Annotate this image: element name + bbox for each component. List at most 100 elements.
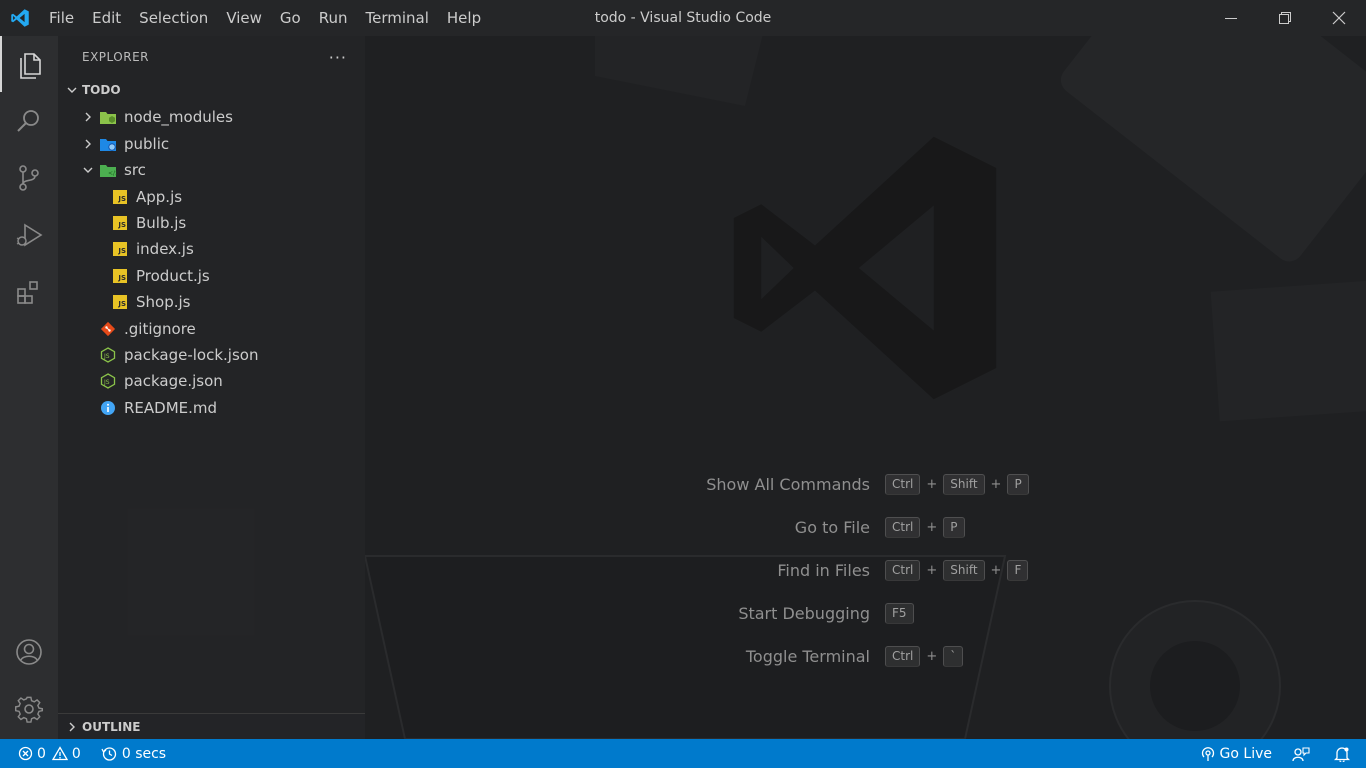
javascript-icon: JS xyxy=(110,213,130,233)
warning-icon xyxy=(51,746,68,761)
tree-item-label: package-lock.json xyxy=(124,346,259,364)
shortcut-keys: Ctrl + P xyxy=(885,516,965,538)
menu-file[interactable]: File xyxy=(40,0,83,36)
menu-bar: File Edit Selection View Go Run Terminal… xyxy=(40,0,490,36)
menu-edit[interactable]: Edit xyxy=(83,0,130,36)
tree-item-label: src xyxy=(124,161,146,179)
key: Ctrl xyxy=(885,559,921,581)
shortcut-row: Start Debugging F5 xyxy=(365,601,1366,625)
close-button[interactable] xyxy=(1312,0,1366,36)
go-live-button[interactable]: Go Live xyxy=(1194,739,1286,768)
feedback-button[interactable] xyxy=(1286,739,1328,768)
shortcut-label: Find in Files xyxy=(777,560,870,580)
timer-text: 0 secs xyxy=(121,745,167,762)
restore-button[interactable] xyxy=(1258,0,1312,36)
shortcut-keys: Ctrl + Shift + P xyxy=(885,473,1029,495)
minimize-button[interactable] xyxy=(1204,0,1258,36)
status-bar-right: Go Live xyxy=(1194,739,1366,768)
tree-item-readme-md[interactable]: README.md xyxy=(58,395,365,421)
key: ` xyxy=(943,645,964,667)
folder-node-icon xyxy=(98,107,118,127)
menu-go[interactable]: Go xyxy=(271,0,310,36)
more-actions-button[interactable]: ··· xyxy=(329,48,347,67)
vscode-logo-icon[interactable] xyxy=(0,0,40,36)
tree-item-public[interactable]: public xyxy=(58,131,365,157)
svg-text:JS: JS xyxy=(103,353,110,360)
tree-item-label: Shop.js xyxy=(136,293,191,311)
menu-help[interactable]: Help xyxy=(438,0,490,36)
settings-gear-icon xyxy=(14,696,44,723)
tree-item-shop-js[interactable]: JS Shop.js xyxy=(58,289,365,315)
key: Ctrl xyxy=(885,516,921,538)
shortcut-label: Go to File xyxy=(794,517,870,537)
run-debug-activity[interactable] xyxy=(0,207,58,263)
error-icon xyxy=(18,746,33,761)
javascript-icon: JS xyxy=(110,239,130,259)
chevron-down-icon xyxy=(78,160,98,180)
restore-icon xyxy=(1279,12,1291,24)
tree-item-index-js[interactable]: JS index.js xyxy=(58,236,365,262)
shortcut-keys: Ctrl + ` xyxy=(885,645,964,667)
tree-item-app-js[interactable]: JS App.js xyxy=(58,184,365,210)
shortcut-keys: F5 xyxy=(885,602,914,624)
tree-item-node-modules[interactable]: node_modules xyxy=(58,104,365,130)
outline-section-header[interactable]: OUTLINE xyxy=(58,713,365,739)
shortcut-row: Show All Commands Ctrl + Shift + P xyxy=(365,472,1366,496)
explorer-activity[interactable] xyxy=(0,36,58,92)
status-bar: 0 0 0 secs Go Live xyxy=(0,739,1366,768)
close-icon xyxy=(1332,11,1346,25)
minimize-icon xyxy=(1225,18,1237,19)
menu-run[interactable]: Run xyxy=(310,0,357,36)
menu-view[interactable]: View xyxy=(217,0,271,36)
tree-item-bulb-js[interactable]: JS Bulb.js xyxy=(58,210,365,236)
tree-item-label: Product.js xyxy=(136,267,210,285)
explorer-header: EXPLORER ··· xyxy=(58,36,365,78)
time-tracker-status[interactable]: 0 secs xyxy=(87,739,172,768)
history-clock-icon xyxy=(101,746,116,761)
tree-item-label: index.js xyxy=(136,240,194,258)
title-bar: File Edit Selection View Go Run Terminal… xyxy=(0,0,1366,36)
bell-icon xyxy=(1334,746,1350,762)
vscode-watermark-icon xyxy=(733,136,997,400)
key: Shift xyxy=(943,559,985,581)
workspace-folder-header[interactable]: TODO xyxy=(58,78,365,102)
activity-bar xyxy=(0,36,58,739)
shortcut-label: Start Debugging xyxy=(738,603,870,623)
tree-item-package-json[interactable]: JS package.json xyxy=(58,368,365,394)
problems-status[interactable]: 0 0 xyxy=(0,739,87,768)
chevron-right-icon xyxy=(62,717,82,737)
shortcut-keys: Ctrl + Shift + F xyxy=(885,559,1029,581)
shortcut-row: Toggle Terminal Ctrl + ` xyxy=(365,644,1366,668)
tree-item-product-js[interactable]: JS Product.js xyxy=(58,263,365,289)
tree-item-src[interactable]: </> src xyxy=(58,157,365,183)
javascript-icon: JS xyxy=(110,266,130,286)
tree-item-label: package.json xyxy=(124,372,223,390)
manage-activity[interactable] xyxy=(0,681,58,737)
key: F5 xyxy=(885,602,914,624)
source-control-activity[interactable] xyxy=(0,150,58,206)
run-debug-icon xyxy=(16,223,43,247)
menu-selection[interactable]: Selection xyxy=(130,0,217,36)
editor-empty-area: Show All Commands Ctrl + Shift + P Go to F… xyxy=(365,36,1366,739)
explorer-title: EXPLORER xyxy=(82,50,149,64)
explorer-sidebar: EXPLORER ··· TODO node_modules public </… xyxy=(58,36,365,739)
broadcast-icon xyxy=(1201,746,1214,761)
javascript-icon: JS xyxy=(110,187,130,207)
menu-terminal[interactable]: Terminal xyxy=(357,0,438,36)
key: Ctrl xyxy=(885,473,921,495)
svg-text:</>: </> xyxy=(108,170,117,177)
git-icon xyxy=(98,319,118,339)
extensions-activity[interactable] xyxy=(0,264,58,320)
tree-item-package-lock-json[interactable]: JS package-lock.json xyxy=(58,342,365,368)
key: F xyxy=(1007,559,1029,581)
account-icon xyxy=(16,639,42,665)
warning-count: 0 xyxy=(71,745,81,762)
accounts-activity[interactable] xyxy=(0,624,58,680)
notifications-button[interactable] xyxy=(1328,739,1366,768)
info-icon xyxy=(98,398,118,418)
tree-item-label: .gitignore xyxy=(124,320,196,338)
tree-item-gitignore[interactable]: .gitignore xyxy=(58,316,365,342)
search-activity[interactable] xyxy=(0,93,58,149)
error-count: 0 xyxy=(37,745,46,762)
tree-item-label: node_modules xyxy=(124,108,233,126)
